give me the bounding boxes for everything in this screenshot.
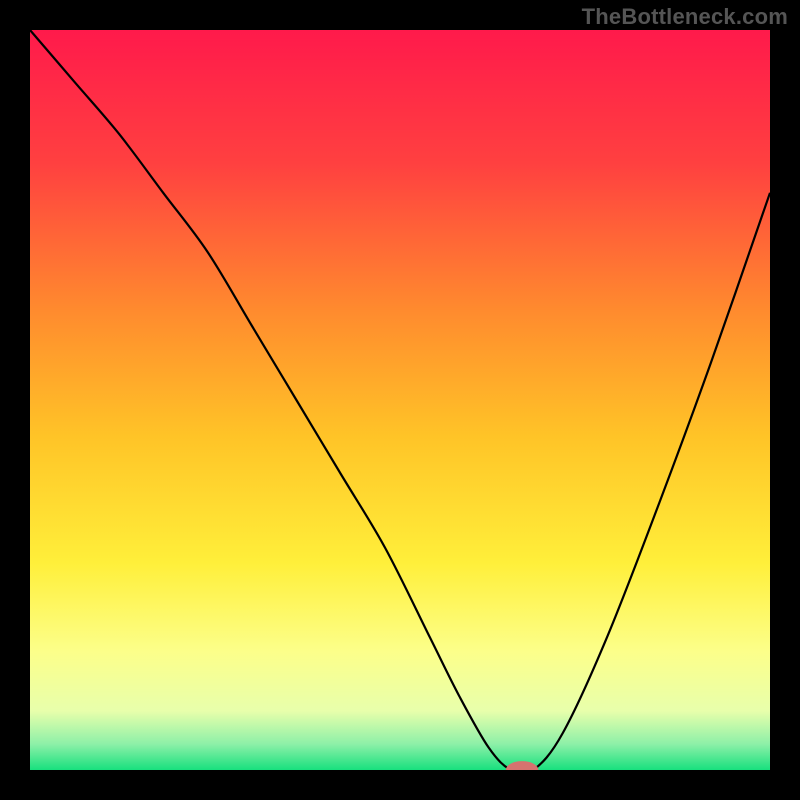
plot-area — [30, 30, 770, 770]
gradient-background — [30, 30, 770, 770]
chart-svg — [30, 30, 770, 770]
chart-frame: TheBottleneck.com — [0, 0, 800, 800]
watermark-text: TheBottleneck.com — [582, 4, 788, 30]
